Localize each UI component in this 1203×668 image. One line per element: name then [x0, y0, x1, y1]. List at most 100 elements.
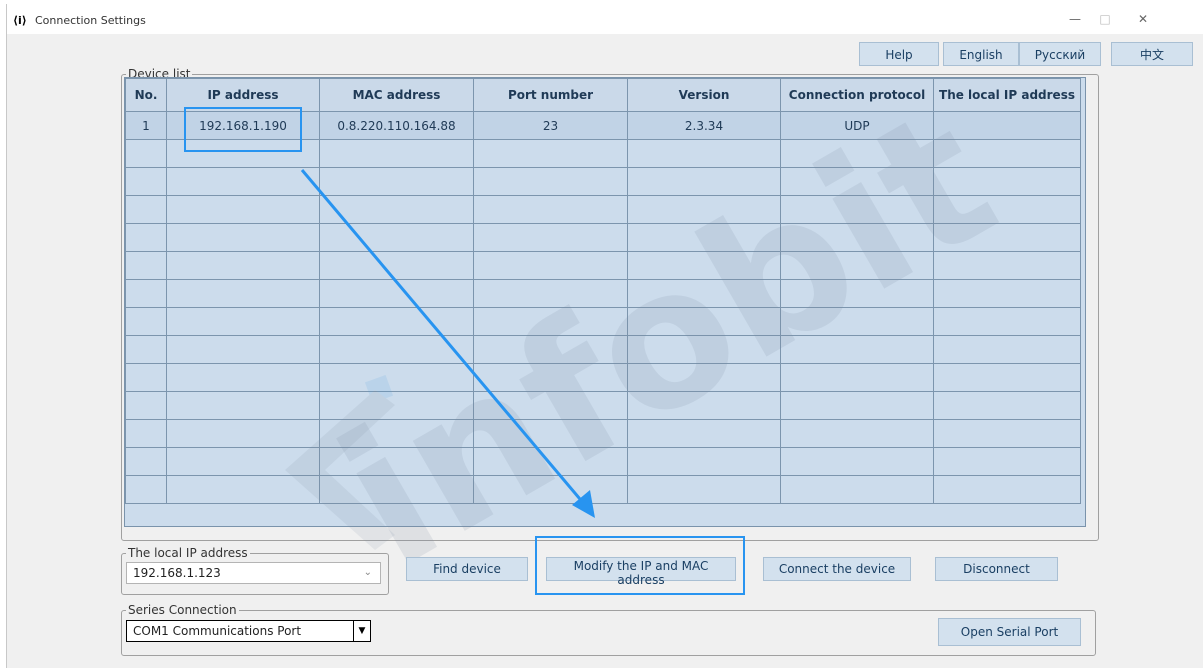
table-cell[interactable] [627, 251, 781, 280]
table-cell[interactable] [627, 335, 781, 364]
table-cell[interactable] [627, 167, 781, 196]
table-row[interactable] [125, 447, 1081, 476]
table-cell[interactable] [473, 391, 628, 420]
table-row[interactable] [125, 475, 1081, 504]
column-header-port[interactable]: Port number [473, 78, 628, 112]
table-cell[interactable] [933, 475, 1081, 504]
table-cell[interactable] [125, 363, 167, 392]
table-cell[interactable] [780, 307, 934, 336]
help-button[interactable]: Help [859, 42, 939, 66]
table-cell[interactable] [319, 475, 474, 504]
table-cell[interactable] [627, 391, 781, 420]
serial-port-select[interactable]: COM1 Communications Port ▼ [126, 620, 371, 642]
table-cell[interactable] [473, 335, 628, 364]
column-header-version[interactable]: Version [627, 78, 781, 112]
table-cell[interactable] [319, 391, 474, 420]
table-cell[interactable] [473, 475, 628, 504]
table-cell[interactable] [473, 167, 628, 196]
dropdown-arrow-icon[interactable]: ▼ [353, 621, 370, 641]
table-cell[interactable] [627, 195, 781, 224]
table-cell[interactable] [319, 279, 474, 308]
english-button[interactable]: English [943, 42, 1019, 66]
table-cell[interactable] [319, 363, 474, 392]
table-cell[interactable] [933, 251, 1081, 280]
minimize-icon[interactable]: — [1067, 12, 1083, 26]
table-cell[interactable] [933, 195, 1081, 224]
table-cell[interactable] [319, 223, 474, 252]
table-cell[interactable] [166, 279, 320, 308]
russian-button[interactable]: Русский [1019, 42, 1101, 66]
table-cell[interactable] [125, 475, 167, 504]
table-cell[interactable] [627, 475, 781, 504]
table-cell[interactable] [166, 307, 320, 336]
disconnect-button[interactable]: Disconnect [935, 557, 1058, 581]
table-cell[interactable] [627, 223, 781, 252]
local-ip-select[interactable]: 192.168.1.123 ⌄ [126, 562, 381, 584]
table-cell[interactable] [166, 335, 320, 364]
table-cell[interactable] [166, 447, 320, 476]
table-row[interactable] [125, 335, 1081, 364]
table-cell[interactable] [166, 167, 320, 196]
cell-port[interactable]: 23 [473, 111, 628, 140]
table-cell[interactable] [473, 447, 628, 476]
table-cell[interactable] [166, 391, 320, 420]
table-cell[interactable] [125, 279, 167, 308]
table-cell[interactable] [933, 139, 1081, 168]
table-cell[interactable] [125, 195, 167, 224]
table-cell[interactable] [780, 195, 934, 224]
table-row[interactable] [125, 195, 1081, 224]
table-cell[interactable] [125, 419, 167, 448]
table-cell[interactable] [780, 279, 934, 308]
table-cell[interactable] [166, 195, 320, 224]
table-cell[interactable] [780, 167, 934, 196]
table-cell[interactable] [780, 447, 934, 476]
table-cell[interactable] [166, 363, 320, 392]
table-cell[interactable] [627, 279, 781, 308]
table-row[interactable] [125, 223, 1081, 252]
table-cell[interactable] [166, 251, 320, 280]
table-cell[interactable] [319, 251, 474, 280]
cell-protocol[interactable]: UDP [780, 111, 934, 140]
table-cell[interactable] [627, 363, 781, 392]
chevron-down-icon[interactable]: ⌄ [364, 563, 372, 583]
table-cell[interactable] [627, 419, 781, 448]
table-cell[interactable] [125, 447, 167, 476]
table-cell[interactable] [319, 167, 474, 196]
table-cell[interactable] [125, 335, 167, 364]
cell-mac[interactable]: 0.8.220.110.164.88 [319, 111, 474, 140]
table-cell[interactable] [933, 419, 1081, 448]
connect-device-button[interactable]: Connect the device [763, 557, 911, 581]
table-cell[interactable] [933, 391, 1081, 420]
column-header-mac[interactable]: MAC address [319, 78, 474, 112]
cell-no[interactable]: 1 [125, 111, 167, 140]
table-cell[interactable] [933, 279, 1081, 308]
table-cell[interactable] [125, 251, 167, 280]
table-cell[interactable] [933, 307, 1081, 336]
table-cell[interactable] [166, 223, 320, 252]
table-cell[interactable] [125, 223, 167, 252]
table-cell[interactable] [933, 335, 1081, 364]
table-cell[interactable] [627, 139, 781, 168]
table-cell[interactable] [933, 167, 1081, 196]
table-cell[interactable] [319, 139, 474, 168]
table-cell[interactable] [780, 391, 934, 420]
table-cell[interactable] [319, 195, 474, 224]
table-cell[interactable] [473, 195, 628, 224]
table-cell[interactable] [780, 251, 934, 280]
table-cell[interactable] [473, 139, 628, 168]
table-cell[interactable] [473, 363, 628, 392]
table-cell[interactable] [473, 307, 628, 336]
table-row[interactable] [125, 363, 1081, 392]
table-cell[interactable] [780, 363, 934, 392]
table-row[interactable] [125, 307, 1081, 336]
maximize-icon[interactable]: □ [1097, 12, 1113, 26]
table-row[interactable] [125, 167, 1081, 196]
open-serial-port-button[interactable]: Open Serial Port [938, 618, 1081, 646]
table-cell[interactable] [473, 419, 628, 448]
table-cell[interactable] [473, 251, 628, 280]
table-cell[interactable] [125, 139, 167, 168]
table-cell[interactable] [780, 475, 934, 504]
table-cell[interactable] [780, 335, 934, 364]
table-cell[interactable] [473, 279, 628, 308]
table-cell[interactable] [125, 167, 167, 196]
